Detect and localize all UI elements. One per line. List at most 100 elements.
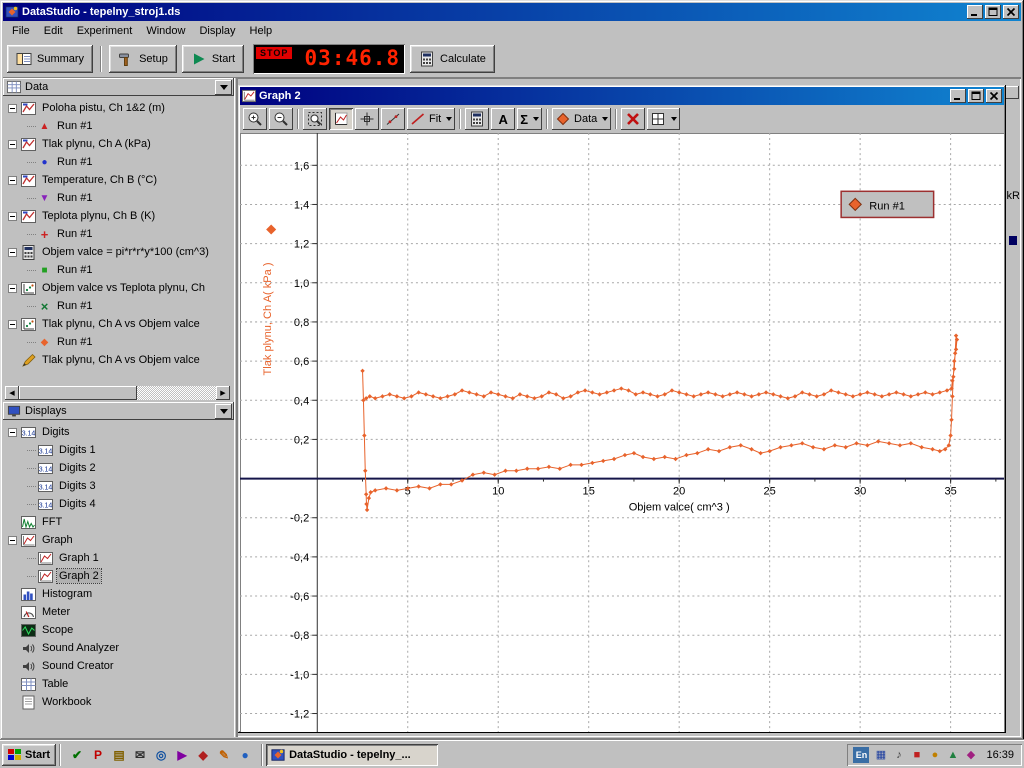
scale-to-fit-button[interactable] bbox=[329, 108, 353, 130]
display-item-graph[interactable]: Graph bbox=[40, 533, 75, 547]
display-item-graph-2[interactable]: Graph 2 bbox=[57, 569, 101, 583]
mail-icon[interactable]: ✉ bbox=[131, 746, 149, 764]
menu-experiment[interactable]: Experiment bbox=[70, 23, 140, 39]
series-run-1[interactable] bbox=[360, 333, 959, 512]
tree-expand-toggle[interactable] bbox=[8, 140, 17, 149]
data-item-7[interactable]: Tlak plynu, Ch A vs Objem valce bbox=[40, 317, 202, 331]
tree-expand-toggle[interactable] bbox=[8, 248, 17, 257]
summary-button[interactable]: Summary bbox=[7, 45, 93, 73]
plot-area[interactable]: 51015202530351,61,41,21,00,80,60,40,2-0,… bbox=[240, 133, 1004, 732]
show-desktop-icon[interactable]: ✔ bbox=[68, 746, 86, 764]
media-player-icon[interactable]: ▶ bbox=[173, 746, 191, 764]
calculate-button[interactable] bbox=[465, 108, 489, 130]
tree-expand-toggle[interactable] bbox=[8, 104, 17, 113]
display-item-digits[interactable]: Digits bbox=[40, 425, 72, 439]
fit-menu-button[interactable]: Fit bbox=[407, 108, 455, 130]
data-menu-button[interactable]: Data bbox=[552, 108, 611, 130]
run-label[interactable]: Run #1 bbox=[55, 155, 94, 169]
data-item-4[interactable]: Teplota plynu, Ch B (K) bbox=[40, 209, 157, 223]
tree-expand-toggle[interactable] bbox=[8, 212, 17, 221]
cd-player-icon[interactable]: ● bbox=[236, 746, 254, 764]
run-label[interactable]: Run #1 bbox=[55, 191, 94, 205]
smart-tool-button[interactable] bbox=[355, 108, 379, 130]
scroll-right-button[interactable]: ▶ bbox=[216, 386, 230, 400]
display-item-workbook[interactable]: Workbook bbox=[40, 695, 93, 709]
calculate-button[interactable]: Calculate bbox=[410, 45, 495, 73]
menu-help[interactable]: Help bbox=[243, 23, 280, 39]
display-item-meter[interactable]: Meter bbox=[40, 605, 72, 619]
zoom-select-button[interactable] bbox=[303, 108, 327, 130]
menu-window[interactable]: Window bbox=[139, 23, 192, 39]
statistics-menu-button[interactable]: Σ bbox=[517, 108, 542, 130]
antivirus-tray-icon[interactable]: ■ bbox=[909, 747, 924, 762]
graph-titlebar[interactable]: Graph 2 bbox=[240, 87, 1004, 105]
display-item-digits-2[interactable]: Digits 2 bbox=[57, 461, 98, 475]
text-tool-button[interactable]: A bbox=[491, 108, 515, 130]
display-item-histogram[interactable]: Histogram bbox=[40, 587, 94, 601]
graph-close-button[interactable] bbox=[986, 89, 1002, 103]
menu-edit[interactable]: Edit bbox=[37, 23, 70, 39]
taskbar-task-datastudio[interactable]: DataStudio - tepelny_... bbox=[266, 744, 438, 766]
browser-icon[interactable]: ◎ bbox=[152, 746, 170, 764]
zoom-out-button[interactable] bbox=[269, 108, 293, 130]
minimize-button[interactable] bbox=[967, 5, 983, 19]
paint-icon[interactable]: ◆ bbox=[194, 746, 212, 764]
tree-expand-toggle[interactable] bbox=[8, 428, 17, 437]
delete-button[interactable] bbox=[621, 108, 645, 130]
run-label[interactable]: Run #1 bbox=[55, 119, 94, 133]
display-item-digits-3[interactable]: Digits 3 bbox=[57, 479, 98, 493]
plot-legend[interactable]: Run #1 bbox=[841, 191, 933, 217]
data-item-6[interactable]: Objem valce vs Teplota plynu, Ch bbox=[40, 281, 207, 295]
grid-settings-button[interactable] bbox=[647, 108, 680, 130]
displays-panel-menu-button[interactable] bbox=[215, 404, 232, 419]
display-item-sound-creator[interactable]: Sound Creator bbox=[40, 659, 116, 673]
slope-tool-button[interactable] bbox=[381, 108, 405, 130]
document-p-icon[interactable]: P bbox=[89, 746, 107, 764]
network-tray-icon[interactable]: ▲ bbox=[945, 747, 960, 762]
data-item-3[interactable]: Temperature, Ch B (°C) bbox=[40, 173, 159, 187]
tree-expand-toggle[interactable] bbox=[8, 320, 17, 329]
start-button[interactable]: Start bbox=[182, 45, 244, 73]
feather-icon[interactable]: ✎ bbox=[215, 746, 233, 764]
tree-expand-toggle[interactable] bbox=[8, 176, 17, 185]
run-label[interactable]: Run #1 bbox=[55, 263, 94, 277]
display-item-graph-1[interactable]: Graph 1 bbox=[57, 551, 101, 565]
data-item-2[interactable]: Tlak plynu, Ch A (kPa) bbox=[40, 137, 153, 151]
scrollbar-track[interactable] bbox=[19, 386, 216, 400]
run-label[interactable]: Run #1 bbox=[55, 335, 94, 349]
zoom-in-button[interactable] bbox=[243, 108, 267, 130]
display-item-sound-analyzer[interactable]: Sound Analyzer bbox=[40, 641, 121, 655]
data-item-1[interactable]: Poloha pistu, Ch 1&2 (m) bbox=[40, 101, 167, 115]
display-child-row: 3.14Digits 3 bbox=[5, 477, 234, 495]
display-item-scope[interactable]: Scope bbox=[40, 623, 75, 637]
data-panel-menu-button[interactable] bbox=[215, 80, 232, 95]
folder-icon[interactable]: ▤ bbox=[110, 746, 128, 764]
menu-display[interactable]: Display bbox=[192, 23, 242, 39]
display-item-digits-4[interactable]: Digits 4 bbox=[57, 497, 98, 511]
toolbar-separator bbox=[546, 109, 548, 129]
data-item-5[interactable]: Objem valce = pi*r*r*y*100 (cm^3) bbox=[40, 245, 211, 259]
run-label[interactable]: Run #1 bbox=[55, 227, 94, 241]
display-item-fft[interactable]: FFT bbox=[40, 515, 64, 529]
close-button[interactable] bbox=[1003, 5, 1019, 19]
display-item-table[interactable]: Table bbox=[40, 677, 70, 691]
tree-expand-toggle[interactable] bbox=[8, 536, 17, 545]
scheduler-tray-icon[interactable]: ● bbox=[927, 747, 942, 762]
volume-tray-icon[interactable]: ♪ bbox=[891, 747, 906, 762]
display-tray-icon[interactable]: ▦ bbox=[873, 747, 888, 762]
menu-file[interactable]: File bbox=[5, 23, 37, 39]
graph-maximize-button[interactable] bbox=[968, 89, 984, 103]
language-indicator[interactable]: En bbox=[853, 747, 869, 763]
run-label[interactable]: Run #1 bbox=[55, 299, 94, 313]
setup-button[interactable]: Setup bbox=[109, 45, 177, 73]
tree-expand-toggle[interactable] bbox=[8, 284, 17, 293]
scrollbar-thumb[interactable] bbox=[19, 386, 137, 400]
graph-minimize-button[interactable] bbox=[950, 89, 966, 103]
scroll-left-button[interactable]: ◀ bbox=[5, 386, 19, 400]
data-panel-hscrollbar[interactable]: ◀ ▶ bbox=[5, 386, 230, 400]
start-menu-button[interactable]: Start bbox=[2, 744, 56, 766]
display-item-digits-1[interactable]: Digits 1 bbox=[57, 443, 98, 457]
updater-tray-icon[interactable]: ◆ bbox=[963, 747, 978, 762]
maximize-button[interactable] bbox=[985, 5, 1001, 19]
data-item-8[interactable]: Tlak plynu, Ch A vs Objem valce bbox=[40, 353, 202, 367]
